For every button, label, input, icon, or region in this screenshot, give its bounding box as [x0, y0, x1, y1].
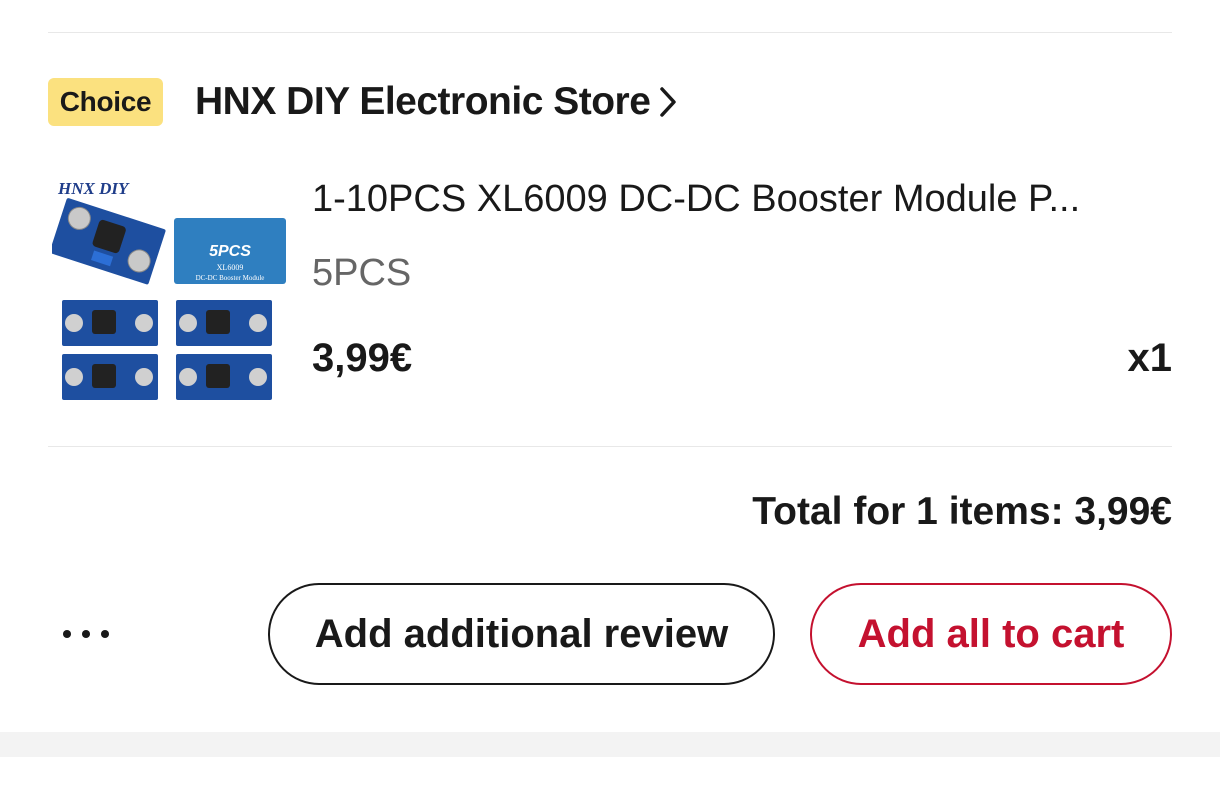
product-image-desc: DC-DC Booster Module [196, 274, 265, 282]
section-divider [48, 446, 1172, 447]
chevron-right-icon [660, 87, 677, 117]
product-image-count: 5PCS [209, 243, 251, 260]
product-image-brand: HNX DIY [57, 179, 130, 198]
store-header: Choice HNX DIY Electronic Store [48, 78, 678, 126]
choice-badge: Choice [48, 78, 163, 126]
more-options-button[interactable] [56, 612, 116, 656]
add-all-to-cart-button[interactable]: Add all to cart [810, 583, 1172, 685]
store-link[interactable]: HNX DIY Electronic Store [195, 80, 678, 124]
product-sku: 5PCS [312, 252, 412, 294]
product-image[interactable]: HNX DIY 5PCS XL6009 DC-DC Booster Module [52, 170, 288, 406]
more-horizontal-icon [63, 630, 109, 638]
add-review-button[interactable]: Add additional review [268, 583, 775, 685]
order-total: Total for 1 items: 3,99€ [752, 490, 1172, 533]
store-name: HNX DIY Electronic Store [195, 80, 651, 123]
product-price: 3,99€ [312, 336, 413, 380]
product-image-model: XL6009 [217, 263, 244, 272]
product-quantity: x1 [1127, 336, 1173, 380]
bottom-separator [0, 732, 1220, 757]
top-divider [48, 32, 1172, 33]
product-title[interactable]: 1-10PCS XL6009 DC-DC Booster Module P... [312, 178, 1172, 221]
